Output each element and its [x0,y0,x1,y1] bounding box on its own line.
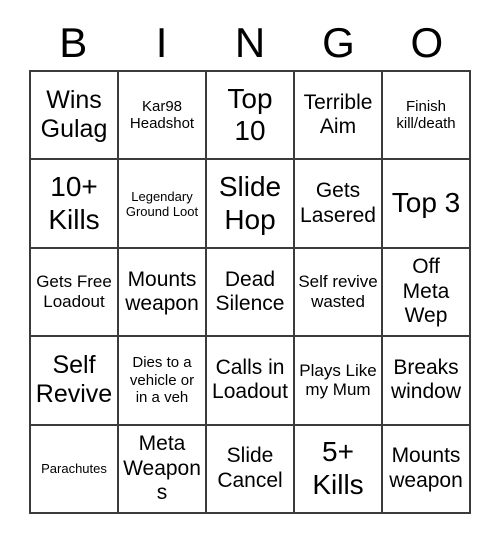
bingo-cell-label: Legendary Ground Loot [125,188,199,219]
bingo-cell-label: Dies to a vehicle or in a veh [129,354,195,407]
bingo-cell-g4[interactable]: Plays Like my Mum [295,337,383,426]
bingo-header-letter-g: G [322,19,355,66]
bingo-cell-b5[interactable]: Parachutes [31,425,119,514]
bingo-cell-label: Calls in Loadout [212,356,288,404]
bingo-cell-n1[interactable]: Top 10 [207,72,295,161]
bingo-cell-i1[interactable]: Kar98 Headshot [119,72,207,161]
bingo-cell-g2[interactable]: Gets Lasered [295,160,383,249]
bingo-cell-b4[interactable]: Self Revive [31,337,119,426]
bingo-cell-g1[interactable]: Terrible Aim [295,72,383,161]
bingo-cell-i5[interactable]: Meta Weapons [119,425,207,514]
bingo-cell-label: Kar98 Headshot [129,97,195,133]
bingo-cell-label: Mounts weapon [125,267,199,315]
bingo-cell-n2[interactable]: Slide Hop [207,160,295,249]
bingo-grid: Wins Gulag Kar98 Headshot Top 10 Terribl… [29,70,471,514]
bingo-cell-o5[interactable]: Mounts weapon [383,425,471,514]
bingo-cell-o2[interactable]: Top 3 [383,160,471,249]
bingo-cell-n4[interactable]: Calls in Loadout [207,337,295,426]
bingo-cell-label: Self revive wasted [298,272,378,311]
bingo-cell-label: 5+ Kills [312,436,364,500]
bingo-header-letter-o: O [410,19,444,66]
bingo-cell-label: Dead Silence [215,267,285,315]
bingo-cell-label: Terrible Aim [303,90,373,139]
bingo-cell-b3[interactable]: Gets Free Loadout [31,248,119,338]
bingo-cell-i3[interactable]: Mounts weapon [119,248,207,338]
bingo-header-letter-b: B [59,19,88,66]
bingo-cell-i2[interactable]: Legendary Ground Loot [119,160,207,249]
bingo-cell-g3[interactable]: Self revive wasted [295,248,383,338]
bingo-cell-i4[interactable]: Dies to a vehicle or in a veh [119,337,207,426]
bingo-cell-label: Parachutes [41,461,107,477]
bingo-cell-label: Meta Weapons [123,432,201,504]
bingo-cell-g5[interactable]: 5+ Kills [295,425,383,514]
bingo-cell-label: Finish kill/death [396,97,456,133]
bingo-cell-label: Slide Hop [218,171,282,235]
bingo-header-row: B I N G O [29,16,471,70]
bingo-cell-n3[interactable]: Dead Silence [207,248,295,338]
bingo-cell-label: 10+ Kills [48,171,100,235]
bingo-cell-b2[interactable]: 10+ Kills [31,160,119,249]
bingo-cell-o4[interactable]: Breaks window [383,337,471,426]
bingo-header-letter-i: I [155,19,168,66]
bingo-cell-label: Off Meta Wep [402,255,450,328]
bingo-cell-label: Mounts weapon [389,444,463,492]
bingo-cell-label: Wins Gulag [40,86,108,144]
bingo-cell-label: Slide Cancel [217,444,283,492]
bingo-cell-label: Self Revive [35,351,113,409]
bingo-card: B I N G O Wins Gulag Kar98 Headshot Top … [0,0,500,544]
bingo-cell-label: Top 3 [391,187,461,219]
bingo-cell-label: Top 10 [227,82,273,147]
bingo-cell-o1[interactable]: Finish kill/death [383,72,471,161]
bingo-cell-b1[interactable]: Wins Gulag [31,72,119,161]
bingo-header-letter-n: N [234,19,266,66]
bingo-cell-label: Plays Like my Mum [299,360,377,400]
bingo-cell-label: Breaks window [390,356,462,404]
bingo-cell-label: Gets Lasered [300,179,376,227]
bingo-cell-o3[interactable]: Off Meta Wep [383,248,471,338]
bingo-cell-label: Gets Free Loadout [36,272,112,311]
bingo-cell-n5[interactable]: Slide Cancel [207,425,295,514]
